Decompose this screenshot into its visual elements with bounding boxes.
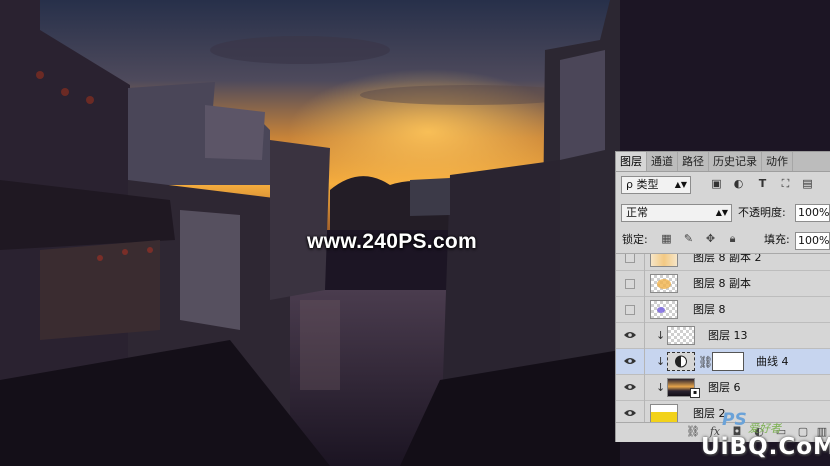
clipping-arrow-icon: ↓: [656, 355, 666, 368]
eye-icon[interactable]: [624, 331, 636, 339]
layer-thumbnail: [650, 404, 678, 422]
tab-layers[interactable]: 图层: [616, 152, 647, 171]
layer-name[interactable]: 图层 2: [693, 401, 726, 422]
curves-adjustment-icon: [675, 355, 687, 368]
filter-type-label: ρ 类型: [626, 178, 659, 191]
tab-actions[interactable]: 动作: [762, 152, 793, 171]
lock-position-move-icon[interactable]: ✥: [704, 232, 717, 246]
layer-thumbnail: [650, 300, 678, 319]
eye-icon[interactable]: [624, 409, 636, 417]
fill-label: 填充:: [764, 233, 790, 246]
logo-ps-tag: PS: [722, 410, 747, 430]
lock-label: 锁定:: [622, 233, 648, 246]
layer-name[interactable]: 图层 6: [708, 375, 741, 401]
layer-row[interactable]: 图层 8 副本 2: [616, 254, 830, 271]
layer-thumbnail: [667, 352, 695, 371]
row-separator: [644, 401, 645, 422]
text-filter-icon[interactable]: T: [756, 177, 769, 190]
chevron-down-icon: ▲▼: [715, 208, 728, 217]
tab-history[interactable]: 历史记录: [709, 152, 762, 171]
adjustment-filter-icon[interactable]: ◐: [732, 177, 745, 190]
link-layers-icon[interactable]: ⛓: [686, 425, 700, 439]
layer-thumbnail: [650, 254, 678, 267]
chevron-down-icon: ▲▼: [674, 180, 687, 189]
image-filter-icon[interactable]: ▣: [710, 177, 723, 190]
opacity-label: 不透明度:: [738, 206, 786, 219]
clipping-arrow-icon: ↓: [656, 381, 666, 394]
clipping-arrow-icon: ↓: [656, 329, 666, 342]
visibility-toggle[interactable]: [625, 254, 635, 263]
smart-object-filter-icon[interactable]: ▤: [801, 177, 814, 190]
filter-type-select[interactable]: ρ 类型 ▲▼: [621, 176, 691, 194]
layer-mask-thumbnail[interactable]: [712, 352, 744, 371]
visibility-toggle[interactable]: [625, 279, 635, 289]
layer-row[interactable]: ↓ 图层 13: [616, 323, 830, 349]
layer-name[interactable]: 图层 8 副本: [693, 271, 751, 297]
layer-name[interactable]: 图层 8 副本 2: [693, 254, 762, 271]
layer-row-selected[interactable]: ↓ ⛓ 曲线 4: [616, 349, 830, 375]
lock-all-icon[interactable]: 🔒︎: [726, 232, 739, 246]
tab-channels[interactable]: 通道: [647, 152, 678, 171]
layer-name[interactable]: 图层 8: [693, 297, 726, 323]
layer-row[interactable]: ↓ ▪ 图层 6: [616, 375, 830, 401]
layer-name[interactable]: 图层 13: [708, 323, 748, 349]
panel-tabs: 图层 通道 路径 历史记录 动作: [616, 152, 830, 172]
eye-icon[interactable]: [624, 357, 636, 365]
layer-thumbnail: [650, 274, 678, 293]
layer-row[interactable]: 图层 8 副本: [616, 271, 830, 297]
layer-list: 图层 8 副本 2 图层 8 副本 图层 8 ↓ 图层 13 ↓ ⛓ 曲线 4 …: [616, 254, 830, 422]
layer-name[interactable]: 曲线 4: [756, 349, 789, 375]
chain-link-icon[interactable]: ⛓: [698, 355, 713, 369]
fill-input[interactable]: 100%: [795, 232, 830, 250]
eye-icon[interactable]: [624, 383, 636, 391]
layer-row[interactable]: 图层 8: [616, 297, 830, 323]
row-separator: [644, 349, 645, 375]
row-separator: [644, 271, 645, 297]
lock-transparent-icon[interactable]: ▦: [660, 232, 673, 246]
row-separator: [644, 375, 645, 401]
watermark-text: www.240PS.com: [307, 230, 478, 253]
smart-object-icon: ▪: [690, 388, 700, 398]
visibility-toggle[interactable]: [625, 305, 635, 315]
row-separator: [644, 254, 645, 271]
tab-paths[interactable]: 路径: [678, 152, 709, 171]
row-separator: [644, 323, 645, 349]
lock-pixels-brush-icon[interactable]: ✎: [682, 232, 695, 246]
site-logo: UiBQ.CoM: [701, 434, 830, 460]
blend-mode-value: 正常: [626, 206, 648, 219]
layer-thumbnail: [667, 326, 695, 345]
layers-panel: 图层 通道 路径 历史记录 动作 ρ 类型 ▲▼ ▣ ◐ T ⛶ ▤ 正常 ▲▼…: [615, 151, 830, 442]
blend-mode-select[interactable]: 正常 ▲▼: [621, 204, 732, 222]
opacity-input[interactable]: 100%: [795, 204, 830, 222]
row-separator: [644, 297, 645, 323]
shape-filter-icon[interactable]: ⛶: [779, 177, 792, 190]
